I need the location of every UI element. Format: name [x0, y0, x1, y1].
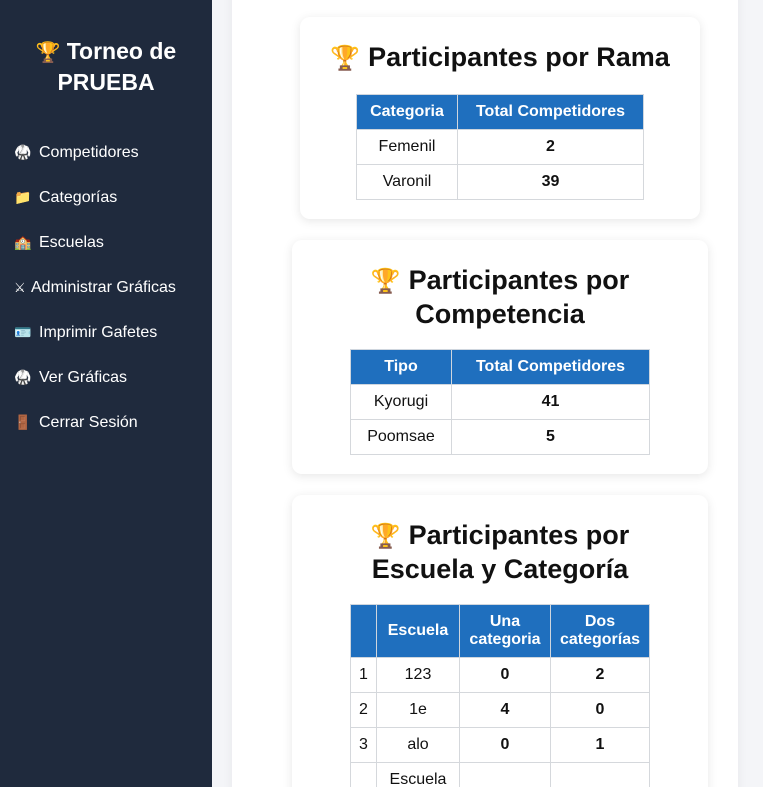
sidebar: 🏆 Torneo de PRUEBA 🥋 Competidores 📁 Categ… — [0, 0, 212, 787]
table-cell: 2 — [550, 657, 650, 693]
sidebar-item-categorias[interactable]: 📁 Categorías — [0, 175, 212, 220]
sidebar-item-label: Cerrar Sesión — [39, 413, 138, 431]
card-title: 🏆 Participantes por Competencia — [370, 265, 630, 329]
table-row: 1 123 0 2 — [350, 657, 650, 693]
column-header: Categoria — [356, 94, 458, 130]
sidebar-item-cerrar-sesion[interactable]: 🚪 Cerrar Sesión — [0, 400, 212, 445]
brand-line1: Torneo de — [66, 38, 177, 64]
table-row: 3 alo 0 1 — [350, 727, 650, 763]
table-cell: 0 — [550, 692, 650, 728]
sidebar-item-imprimir-gafetes[interactable]: 🪪 Imprimir Gafetes — [0, 310, 212, 355]
column-header: Una categoria — [459, 604, 551, 658]
swords-icon: ⚔ — [14, 279, 26, 295]
table-cell: 4 — [459, 692, 551, 728]
table-cell — [350, 762, 377, 787]
table-row: Kyorugi 41 — [350, 384, 650, 420]
card-competencia: 🏆 Participantes por Competencia Tipo Tota… — [292, 240, 708, 474]
table-row: 2 1e 4 0 — [350, 692, 650, 728]
table-cell: 123 — [376, 657, 460, 693]
table-cell: 39 — [457, 164, 644, 200]
card-title: 🏆 Participantes por Rama — [330, 42, 670, 72]
trophy-icon: 🏆 — [35, 42, 61, 64]
column-header: Dos categorías — [550, 604, 650, 658]
column-header: Total Competidores — [451, 349, 650, 385]
folder-icon: 📁 — [14, 189, 32, 205]
table-rama: Categoria Total Competidores Femenil 2 V… — [356, 94, 644, 200]
sidebar-nav: 🥋 Competidores 📁 Categorías 🏫 Escuelas ⚔… — [0, 130, 212, 445]
table-escuela-categoria: Escuela Una categoria Dos categorías 1 1… — [350, 604, 650, 787]
sidebar-item-label: Imprimir Gafetes — [39, 323, 158, 341]
table-competencia: Tipo Total Competidores Kyorugi 41 Pooms… — [350, 349, 650, 455]
sidebar-item-label: Administrar Gráficas — [31, 278, 176, 296]
trophy-icon: 🏆 — [330, 45, 361, 72]
brand-line2: PRUEBA — [57, 69, 155, 95]
table-header-row: Tipo Total Competidores — [350, 349, 650, 385]
card-title: 🏆 Participantes por Escuela y Categoría — [370, 520, 630, 584]
table-row: Escuela — [350, 762, 650, 787]
uniform-icon: 🥋 — [14, 369, 32, 385]
card-escuela-categoria: 🏆 Participantes por Escuela y Categoría E… — [292, 495, 708, 787]
table-cell — [550, 762, 650, 787]
table-header-row: Categoria Total Competidores — [356, 94, 644, 130]
table-cell: 41 — [451, 384, 650, 420]
school-icon: 🏫 — [14, 234, 32, 250]
table-cell: Varonil — [356, 164, 458, 200]
table-cell: 1 — [550, 727, 650, 763]
sidebar-item-administrar-graficas[interactable]: ⚔ Administrar Gráficas — [0, 265, 212, 310]
table-cell: Femenil — [356, 129, 458, 165]
brand-title: 🏆 Torneo de PRUEBA — [0, 37, 212, 97]
column-header — [350, 604, 377, 658]
table-cell: Escuela — [376, 762, 460, 787]
table-cell: 2 — [350, 692, 377, 728]
door-icon: 🚪 — [14, 414, 32, 430]
sidebar-item-ver-graficas[interactable]: 🥋 Ver Gráficas — [0, 355, 212, 400]
id-card-icon: 🪪 — [14, 324, 32, 340]
table-header-row: Escuela Una categoria Dos categorías — [350, 604, 650, 658]
column-header: Tipo — [350, 349, 452, 385]
trophy-icon: 🏆 — [370, 268, 401, 295]
table-cell: 1e — [376, 692, 460, 728]
table-cell: 3 — [350, 727, 377, 763]
table-row: Femenil 2 — [356, 129, 644, 165]
table-cell: 5 — [451, 419, 650, 455]
sidebar-item-label: Ver Gráficas — [39, 368, 128, 386]
column-header: Escuela — [376, 604, 460, 658]
table-cell: Kyorugi — [350, 384, 452, 420]
table-cell — [459, 762, 551, 787]
table-row: Poomsae 5 — [350, 419, 650, 455]
sidebar-item-competidores[interactable]: 🥋 Competidores — [0, 130, 212, 175]
table-row: Varonil 39 — [356, 164, 644, 200]
table-cell: 0 — [459, 657, 551, 693]
table-cell: 0 — [459, 727, 551, 763]
trophy-icon: 🏆 — [370, 523, 401, 550]
column-header: Total Competidores — [457, 94, 644, 130]
uniform-icon: 🥋 — [14, 144, 32, 160]
sidebar-item-label: Escuelas — [39, 233, 104, 251]
sidebar-item-escuelas[interactable]: 🏫 Escuelas — [0, 220, 212, 265]
card-rama: 🏆 Participantes por Rama Categoria Total … — [300, 17, 700, 219]
table-cell: 2 — [457, 129, 644, 165]
table-cell: alo — [376, 727, 460, 763]
table-cell: 1 — [350, 657, 377, 693]
table-cell: Poomsae — [350, 419, 452, 455]
sidebar-item-label: Categorías — [39, 188, 118, 206]
sidebar-item-label: Competidores — [39, 143, 139, 161]
